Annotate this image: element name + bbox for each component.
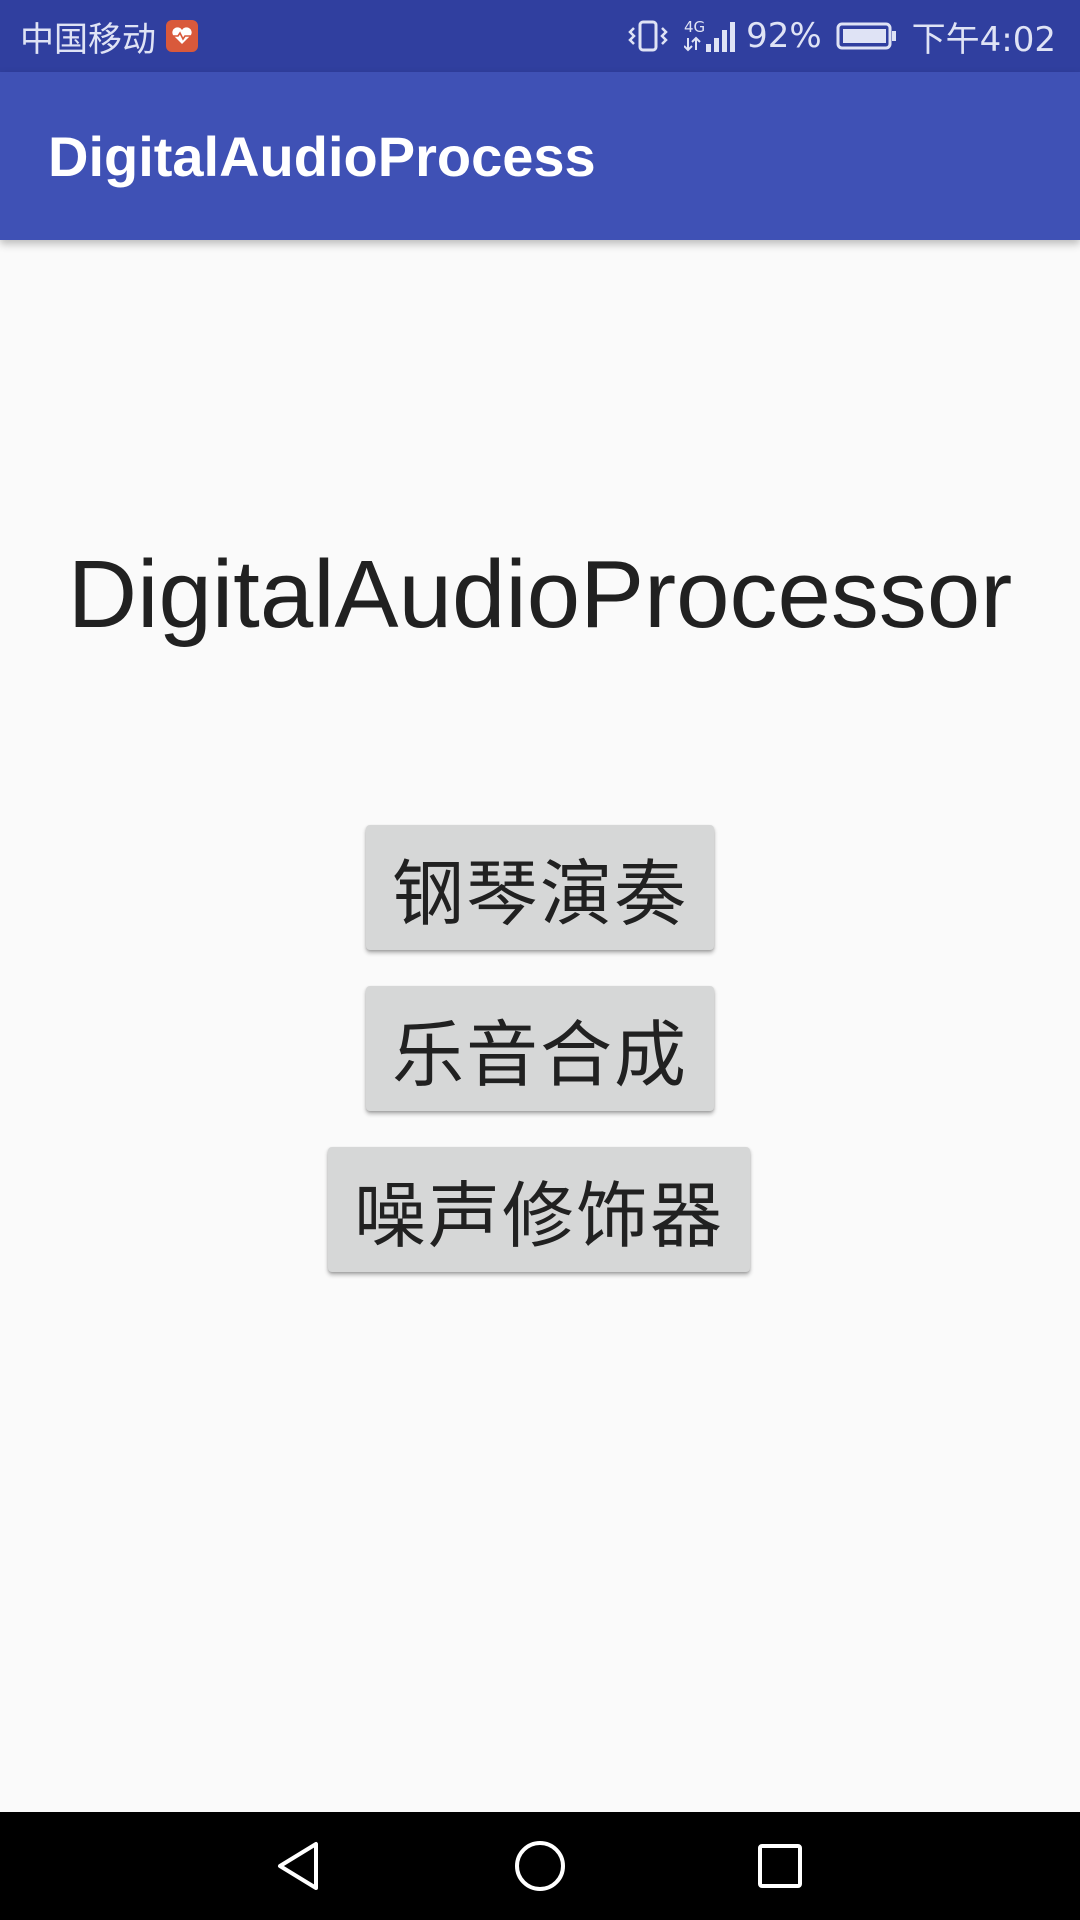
app-bar-title: DigitalAudioProcess [48,124,596,188]
recent-apps-button[interactable] [720,1812,840,1920]
back-button[interactable] [240,1812,360,1920]
carrier-label: 中国移动 [20,19,156,60]
back-icon [278,1842,318,1890]
signal-icon: 4G [684,16,740,56]
home-icon [515,1841,565,1891]
status-bar: 中国移动 4G 92% 下午4:02 [0,0,1080,72]
status-left: 中国移动 [20,0,198,72]
health-app-icon [166,20,198,52]
vibrate-icon [626,18,670,54]
battery-percent: 92% [746,16,822,56]
screen: 中国移动 4G 92% 下午4:02 DigitalAudioProcess D… [0,0,1080,1920]
home-button[interactable] [480,1812,600,1920]
network-type-label: 4G [684,18,705,36]
tone-synthesis-button[interactable]: 乐音合成 [366,986,714,1111]
status-right: 4G 92% 下午4:02 [626,0,1056,72]
recent-apps-icon [758,1844,802,1888]
battery-icon [836,21,898,51]
page-heading: DigitalAudioProcessor [67,541,1013,648]
noise-modifier-button[interactable]: 噪声修饰器 [328,1147,750,1272]
app-bar: DigitalAudioProcess [0,72,1080,240]
navigation-bar [0,1812,1080,1920]
clock: 下午4:02 [911,19,1056,60]
piano-play-button[interactable]: 钢琴演奏 [366,825,714,950]
